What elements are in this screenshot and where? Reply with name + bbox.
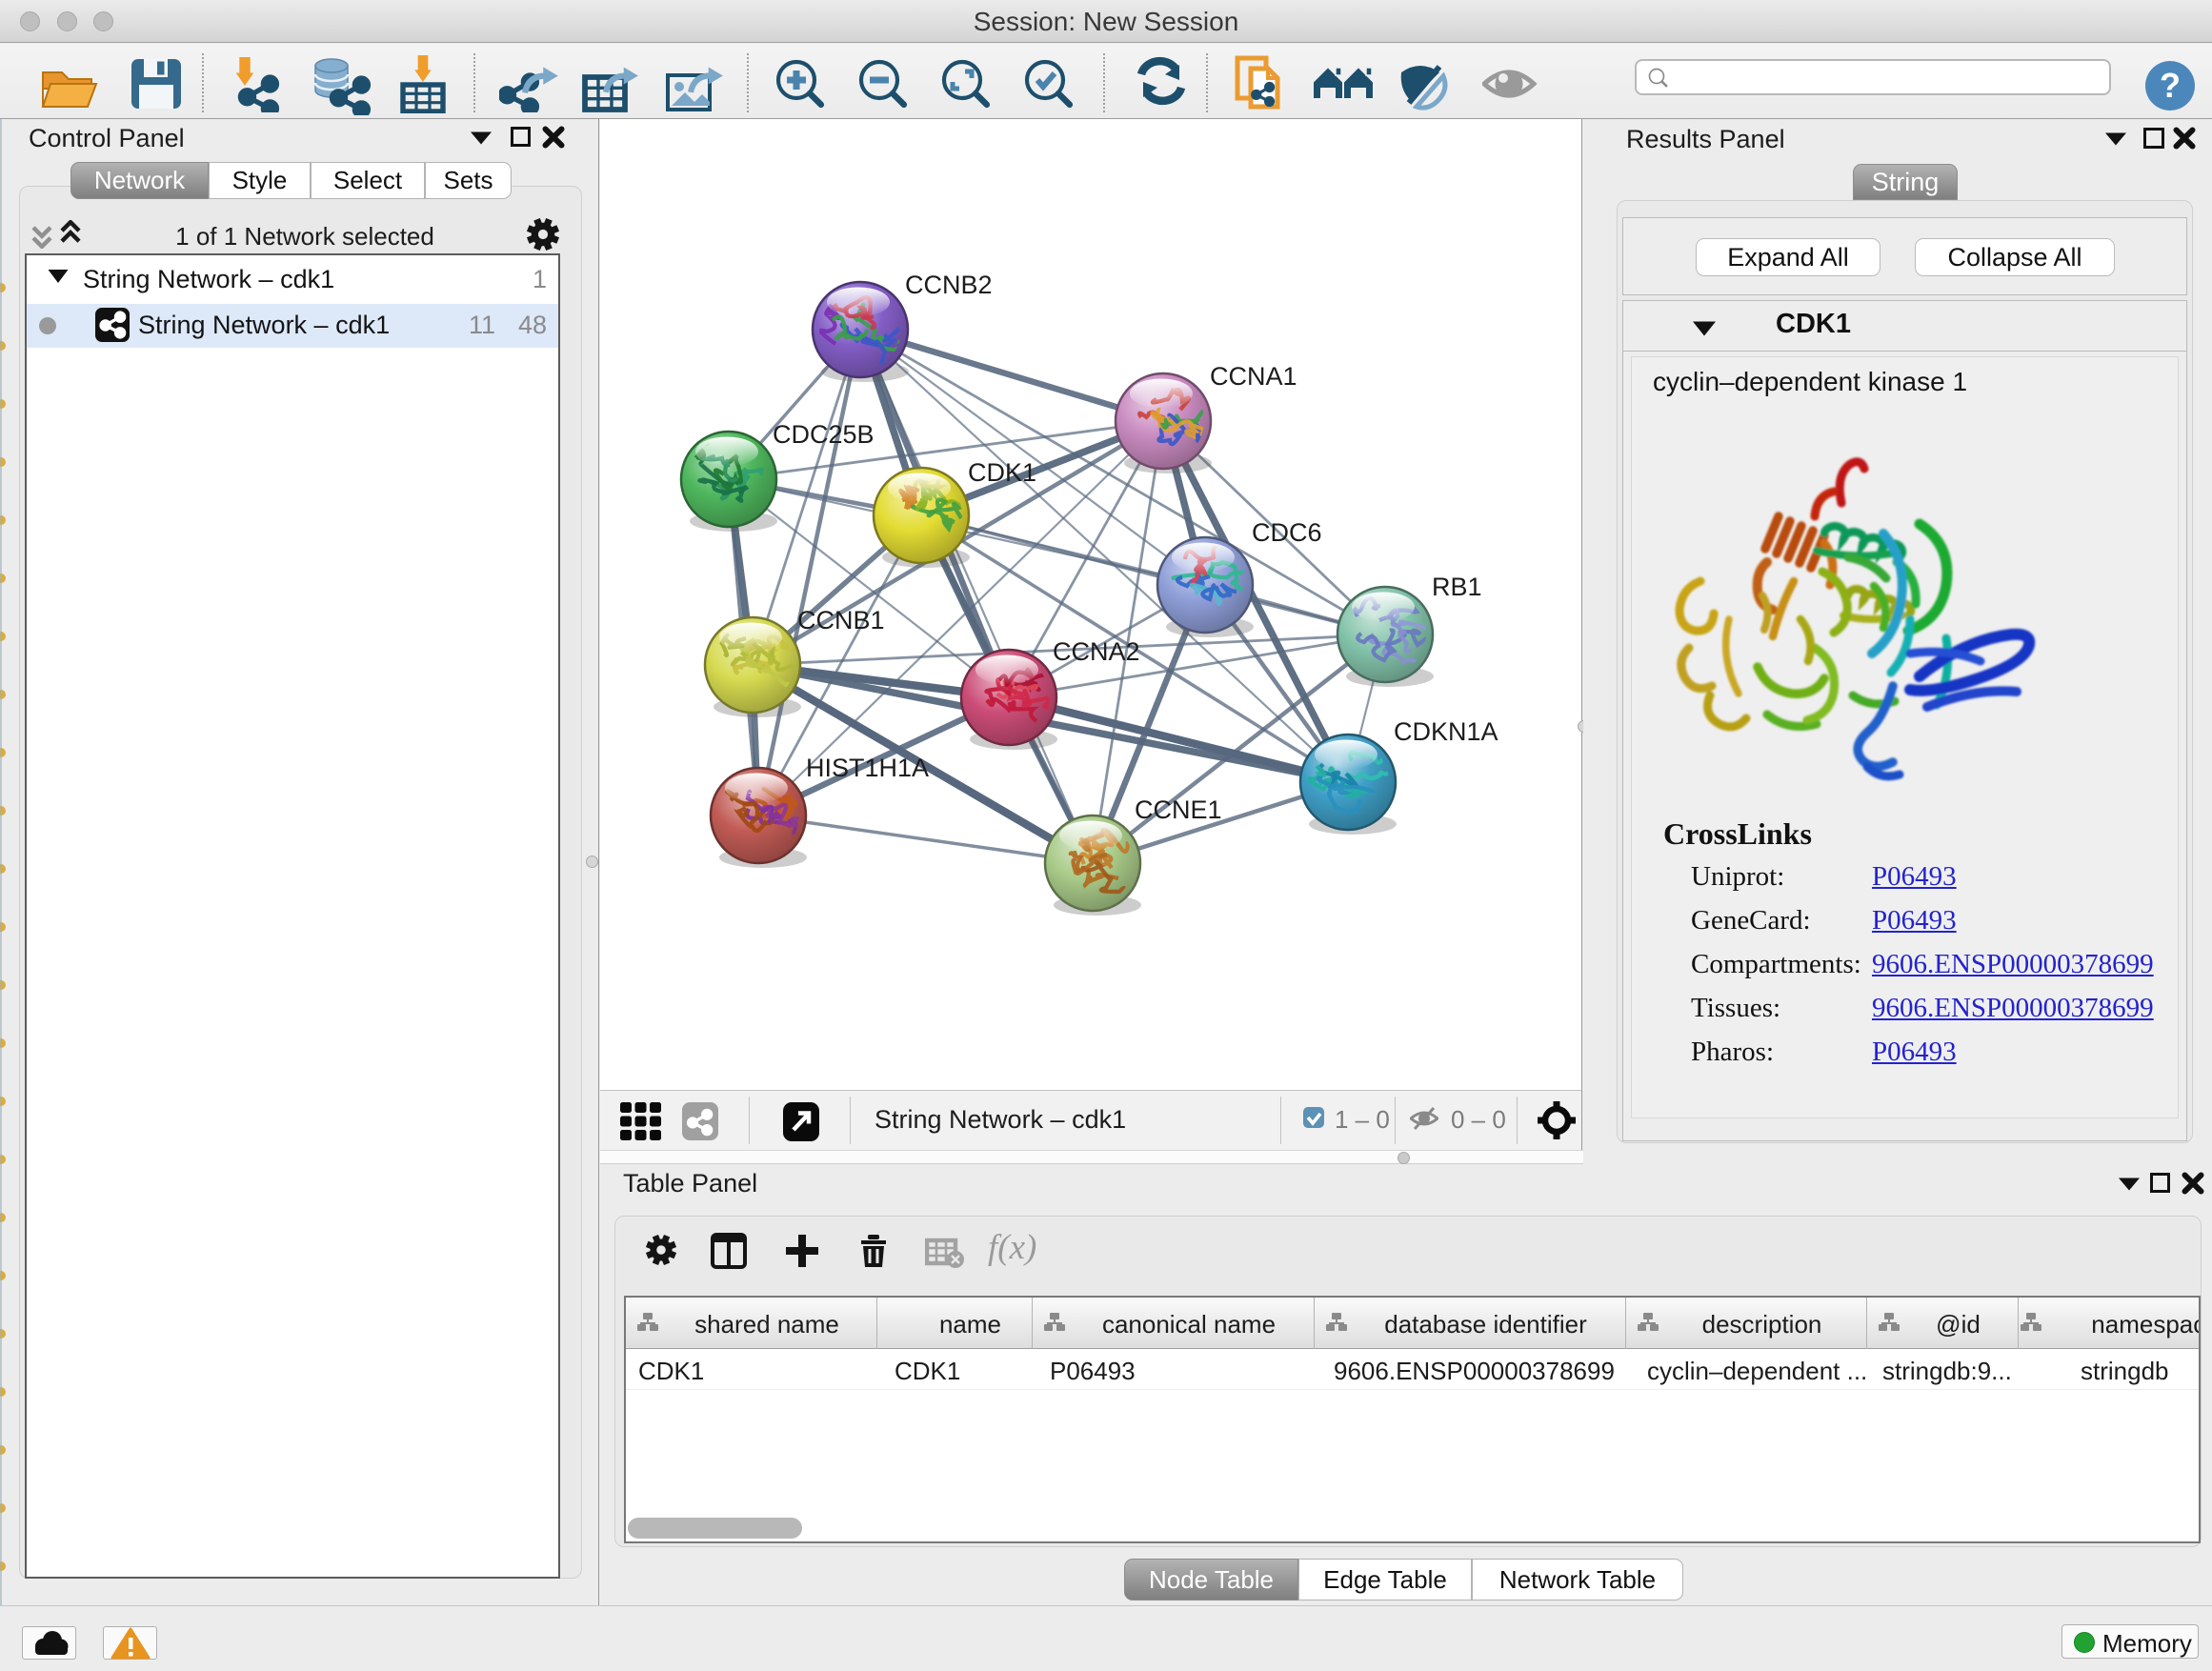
svg-text:HIST1H1A: HIST1H1A: [806, 754, 929, 782]
svg-text:RB1: RB1: [1432, 573, 1482, 601]
svg-text:CCNE1: CCNE1: [1135, 795, 1222, 824]
svg-text:CDC25B: CDC25B: [773, 420, 875, 449]
svg-text:CCNB2: CCNB2: [905, 271, 993, 299]
svg-text:CCNA2: CCNA2: [1053, 637, 1140, 666]
svg-text:CDKN1A: CDKN1A: [1394, 717, 1498, 746]
svg-text:CCNA1: CCNA1: [1210, 362, 1297, 391]
svg-text:CCNB1: CCNB1: [797, 606, 885, 634]
svg-text:CDK1: CDK1: [968, 458, 1036, 487]
svg-text:CDC6: CDC6: [1252, 518, 1322, 547]
